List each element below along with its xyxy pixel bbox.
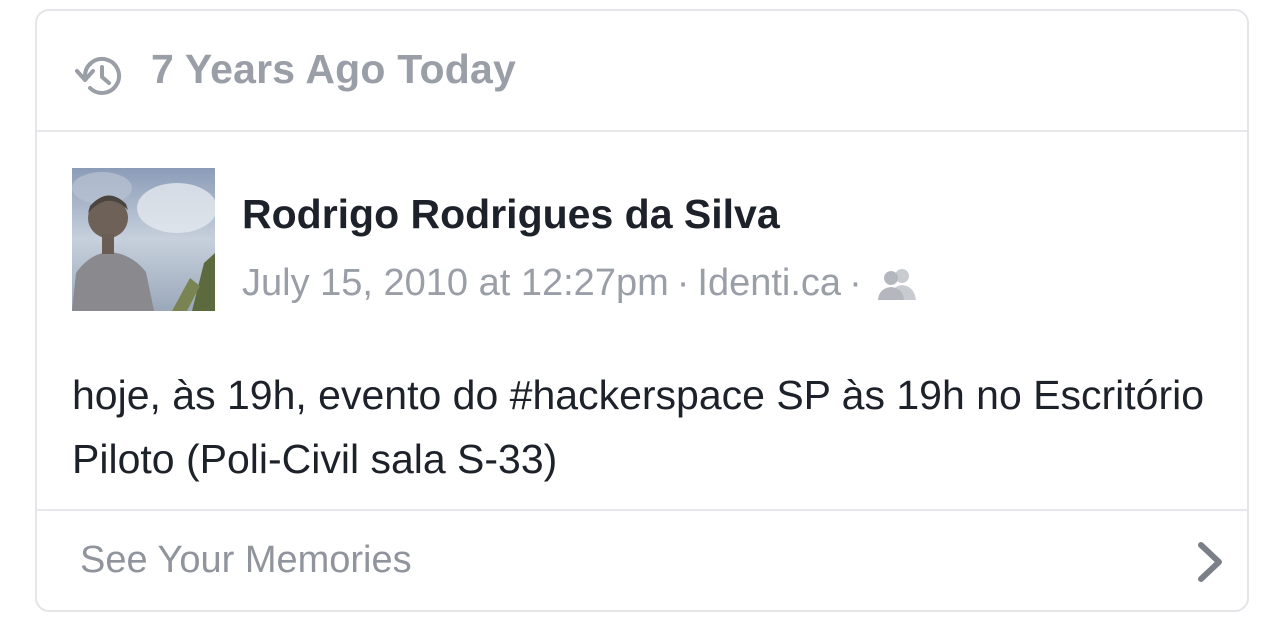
friends-audience-icon[interactable]: [876, 266, 918, 302]
post-meta: July 15, 2010 at 12:27pm · Identi.ca ·: [242, 262, 918, 305]
memory-title: 7 Years Ago Today: [151, 46, 516, 92]
chevron-right-icon: [1198, 542, 1222, 582]
meta-separator: ·: [676, 262, 690, 304]
history-clock-icon: [75, 56, 121, 95]
post-text: hoje, às 19h, evento do #hackerspace SP …: [72, 372, 1205, 482]
memory-card: 7 Years Ago Today Rodrigo Rodrigues da S…: [35, 9, 1249, 612]
memory-header: 7 Years Ago Today: [37, 11, 1247, 132]
see-memories-button[interactable]: See Your Memories: [37, 509, 1247, 610]
post-source: Identi.ca: [697, 262, 842, 304]
see-memories-label: See Your Memories: [80, 539, 412, 581]
post-timestamp[interactable]: July 15, 2010 at 12:27pm: [242, 262, 669, 305]
avatar[interactable]: [72, 168, 215, 311]
meta-separator: ·: [849, 262, 862, 304]
author-name[interactable]: Rodrigo Rodrigues da Silva: [242, 191, 780, 238]
